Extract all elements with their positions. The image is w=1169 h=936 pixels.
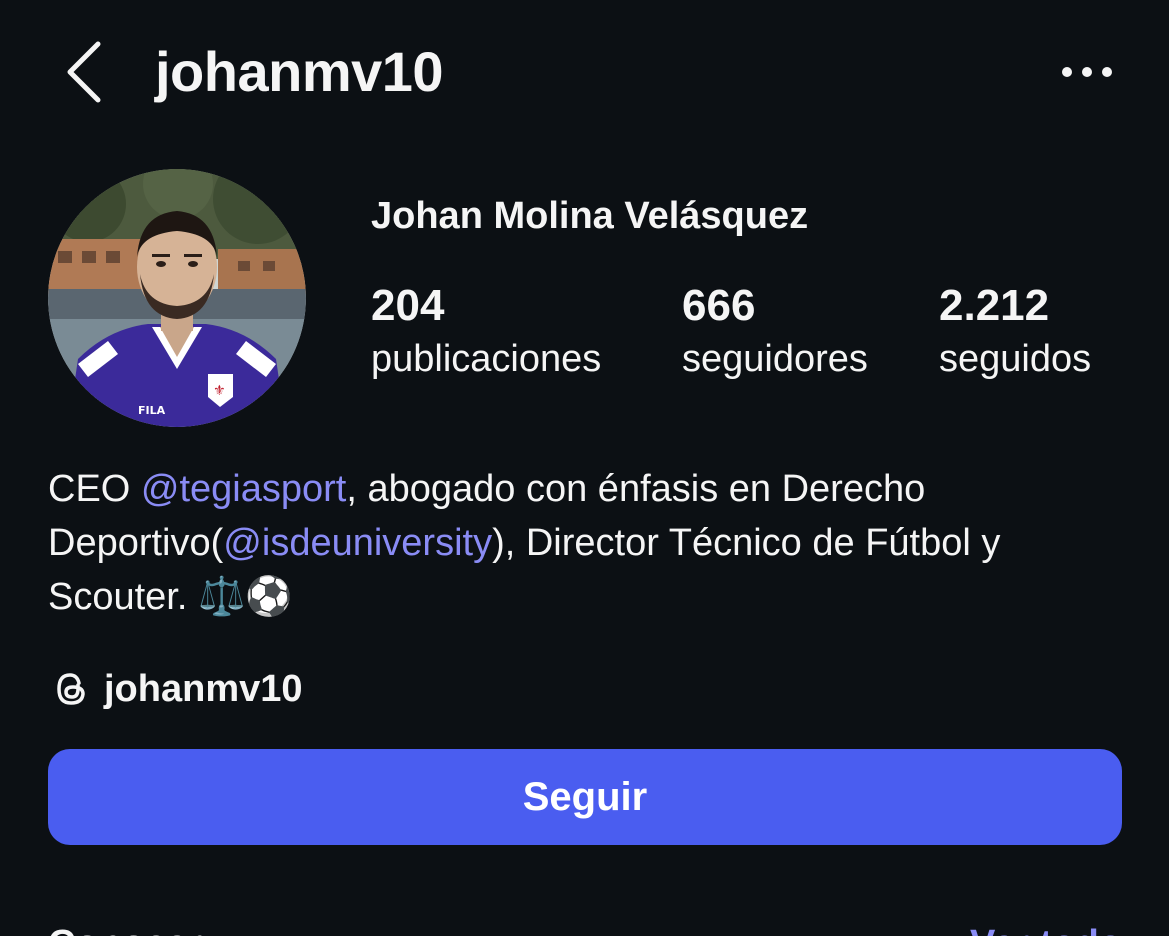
stat-label: publicaciones xyxy=(371,338,602,380)
follow-button-label: Seguir xyxy=(522,774,648,819)
profile-header: johanmv10 xyxy=(0,0,1169,145)
see-all-link[interactable]: Ver todo xyxy=(970,914,1122,936)
threads-profile-link[interactable]: johanmv10 xyxy=(48,664,303,714)
mention-link-isdeuniversity[interactable]: @isdeuniversity xyxy=(223,522,492,564)
stat-followers[interactable]: 666 seguidores xyxy=(682,278,868,384)
chevron-left-icon xyxy=(67,41,101,103)
stat-value: 204 xyxy=(371,281,445,330)
threads-handle: johanmv10 xyxy=(104,667,303,710)
threads-icon xyxy=(48,666,94,712)
stat-following[interactable]: 2.212 seguidos xyxy=(939,278,1091,384)
follow-button[interactable]: Seguir xyxy=(48,749,1122,845)
stat-label: seguidores xyxy=(682,338,868,380)
suggestions-title: Conocer xyxy=(48,914,202,936)
suggestions-row: Conocer Ver todo xyxy=(48,914,1122,936)
stat-label: seguidos xyxy=(939,338,1092,380)
bio-emojis: ⚖️⚽️ xyxy=(197,576,293,618)
svg-text:⚜: ⚜ xyxy=(213,383,226,399)
stat-posts[interactable]: 204 publicaciones xyxy=(371,278,601,384)
svg-text:FILA: FILA xyxy=(138,404,166,417)
avatar[interactable]: ⚜ FILA xyxy=(48,169,306,427)
stat-value: 2.212 xyxy=(939,281,1050,330)
bio-text: CEO @tegiasport, abogado con énfasis en … xyxy=(48,462,1138,624)
page-title: johanmv10 xyxy=(155,40,444,103)
more-options-button[interactable] xyxy=(1055,50,1119,94)
more-horizontal-icon xyxy=(1062,67,1112,77)
display-name: Johan Molina Velásquez xyxy=(371,195,809,237)
bio-text-part: CEO xyxy=(48,468,141,510)
stat-value: 666 xyxy=(682,281,756,330)
back-button[interactable] xyxy=(58,38,110,106)
mention-link-tegiasport[interactable]: @tegiasport xyxy=(141,468,346,510)
profile-page: johanmv10 ⚜ FILA Johan Molina Velásquez … xyxy=(0,0,1169,936)
